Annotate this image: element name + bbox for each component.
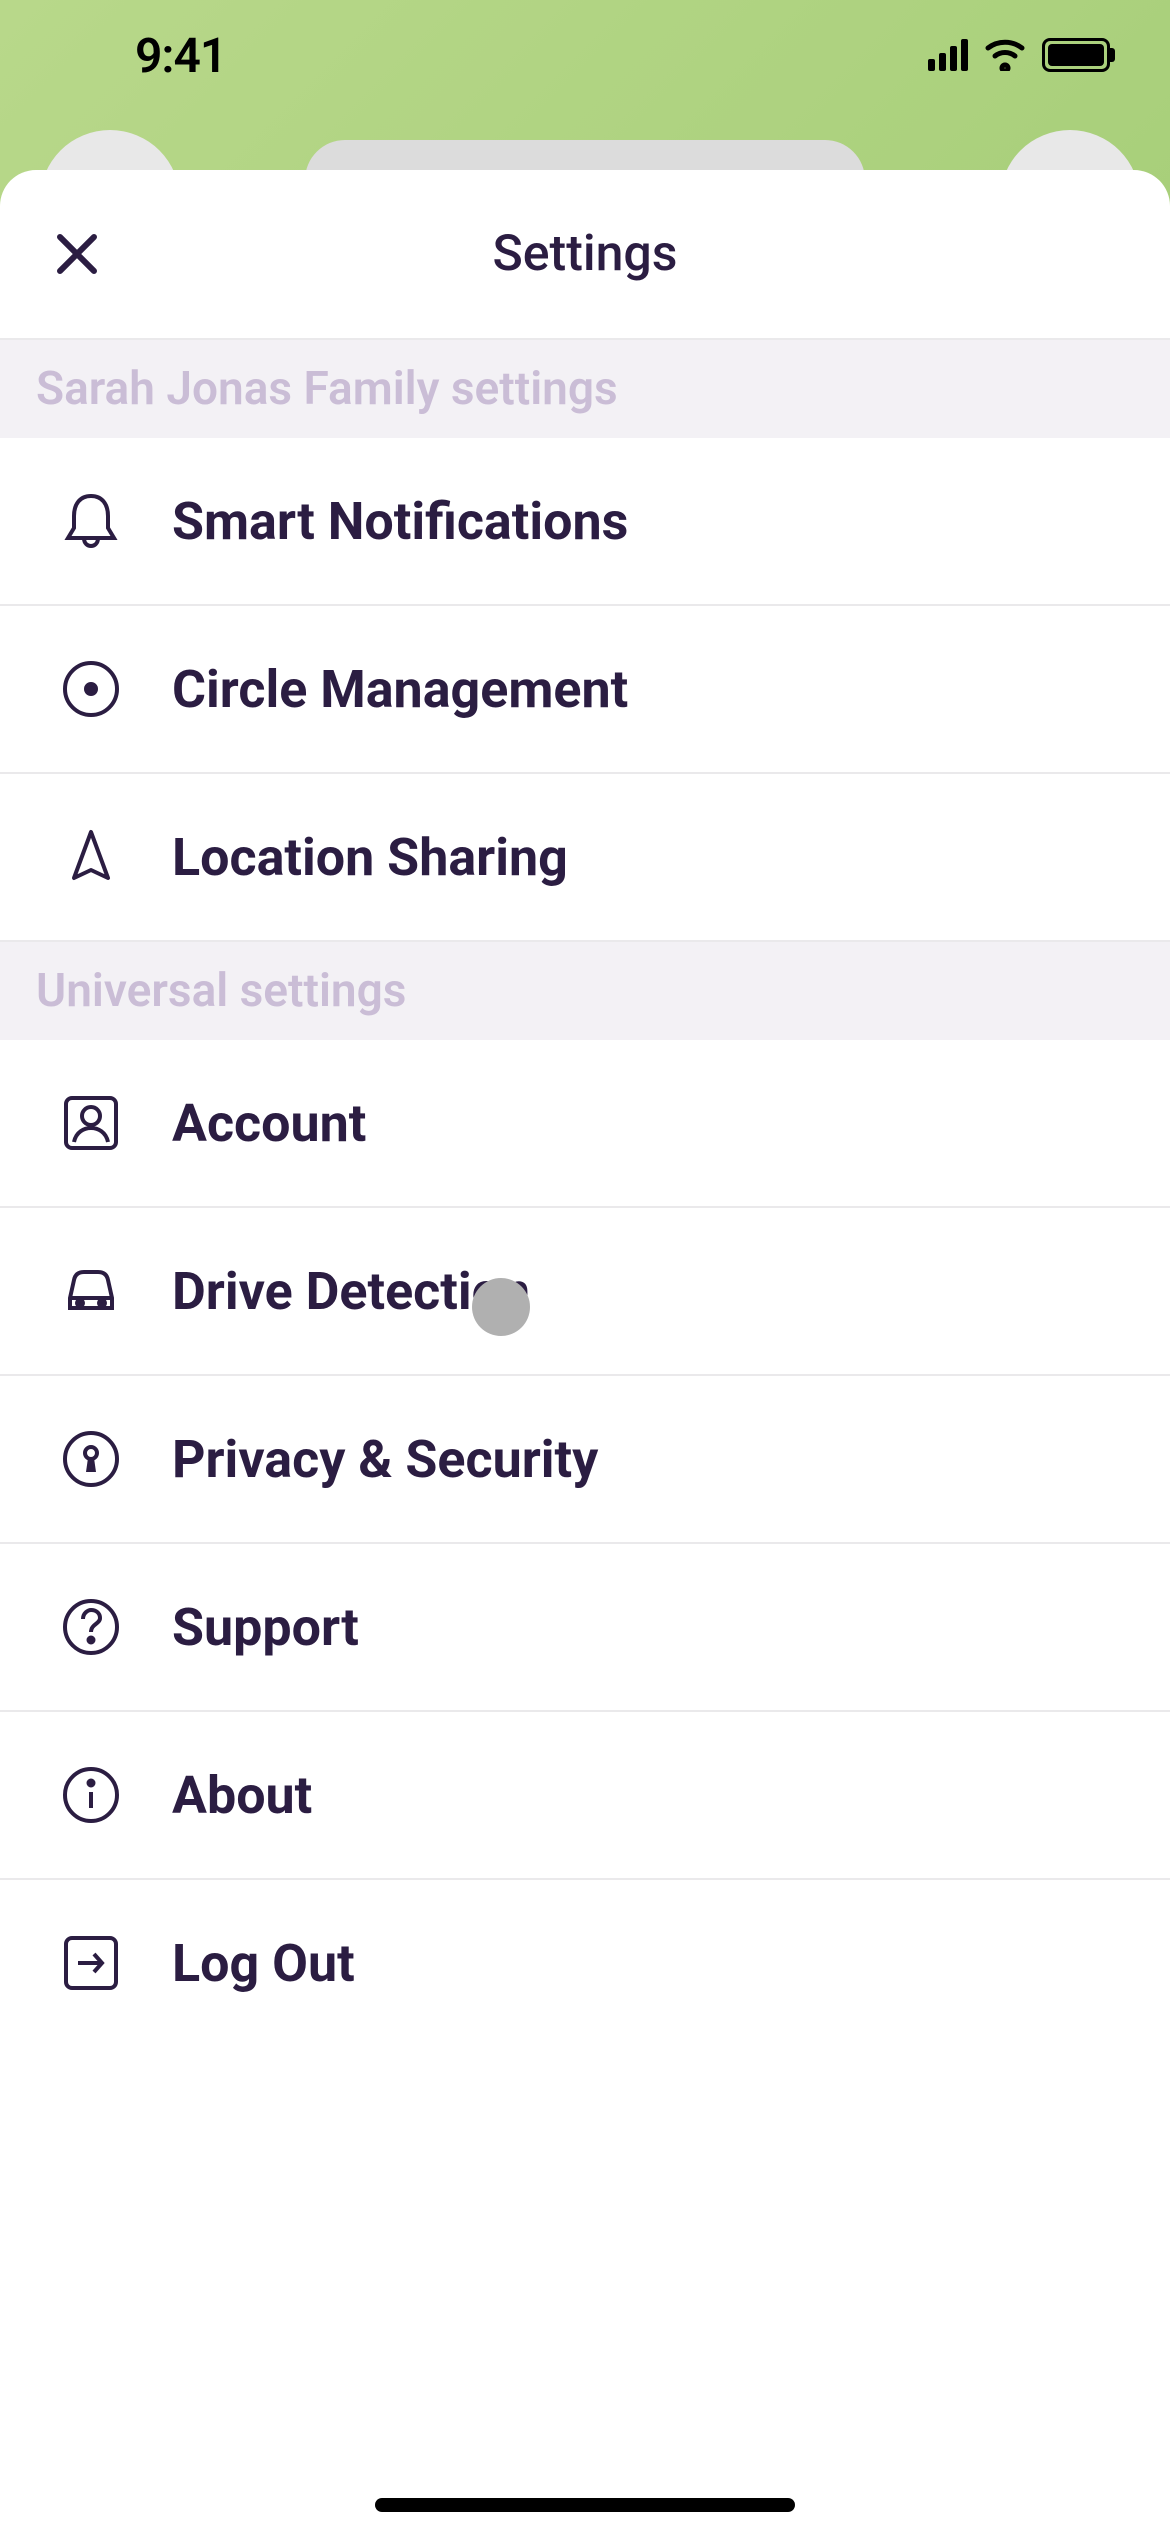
- row-label: Circle Management: [172, 659, 628, 720]
- cellular-signal-icon: [928, 39, 968, 71]
- row-about[interactable]: About: [0, 1712, 1170, 1880]
- row-label: About: [172, 1765, 312, 1826]
- user-icon: [60, 1092, 122, 1154]
- close-button[interactable]: [50, 227, 104, 281]
- sheet-header: Settings: [0, 170, 1170, 340]
- row-drive-detection[interactable]: Drive Detection: [0, 1208, 1170, 1376]
- wifi-icon: [984, 39, 1026, 71]
- navigation-icon: [60, 826, 122, 888]
- row-label: Account: [172, 1093, 366, 1154]
- row-label: Log Out: [172, 1933, 355, 1994]
- logout-icon: [60, 1932, 122, 1994]
- row-label: Privacy & Security: [172, 1429, 598, 1490]
- home-indicator[interactable]: [375, 2498, 795, 2512]
- row-label: Location Sharing: [172, 827, 568, 888]
- status-bar: 9:41: [0, 0, 1170, 90]
- section-header-universal: Universal settings: [0, 942, 1170, 1040]
- row-support[interactable]: Support: [0, 1544, 1170, 1712]
- info-icon: [60, 1764, 122, 1826]
- touch-indicator: [472, 1278, 530, 1336]
- page-title: Settings: [492, 225, 677, 283]
- car-icon: [60, 1260, 122, 1322]
- keyhole-icon: [60, 1428, 122, 1490]
- settings-sheet: Settings Sarah Jonas Family settings Sma…: [0, 170, 1170, 2532]
- close-icon: [54, 231, 100, 277]
- question-icon: [60, 1596, 122, 1658]
- status-time: 9:41: [135, 27, 226, 84]
- row-log-out[interactable]: Log Out: [0, 1880, 1170, 2046]
- row-smart-notifications[interactable]: Smart Notifications: [0, 438, 1170, 606]
- row-circle-management[interactable]: Circle Management: [0, 606, 1170, 774]
- row-account[interactable]: Account: [0, 1040, 1170, 1208]
- row-label: Smart Notifications: [172, 491, 628, 552]
- section-header-family: Sarah Jonas Family settings: [0, 340, 1170, 438]
- bell-icon: [60, 490, 122, 552]
- status-icons: [928, 38, 1110, 72]
- battery-icon: [1042, 38, 1110, 72]
- row-location-sharing[interactable]: Location Sharing: [0, 774, 1170, 942]
- row-label: Support: [172, 1597, 359, 1658]
- circle-icon: [60, 658, 122, 720]
- row-privacy-security[interactable]: Privacy & Security: [0, 1376, 1170, 1544]
